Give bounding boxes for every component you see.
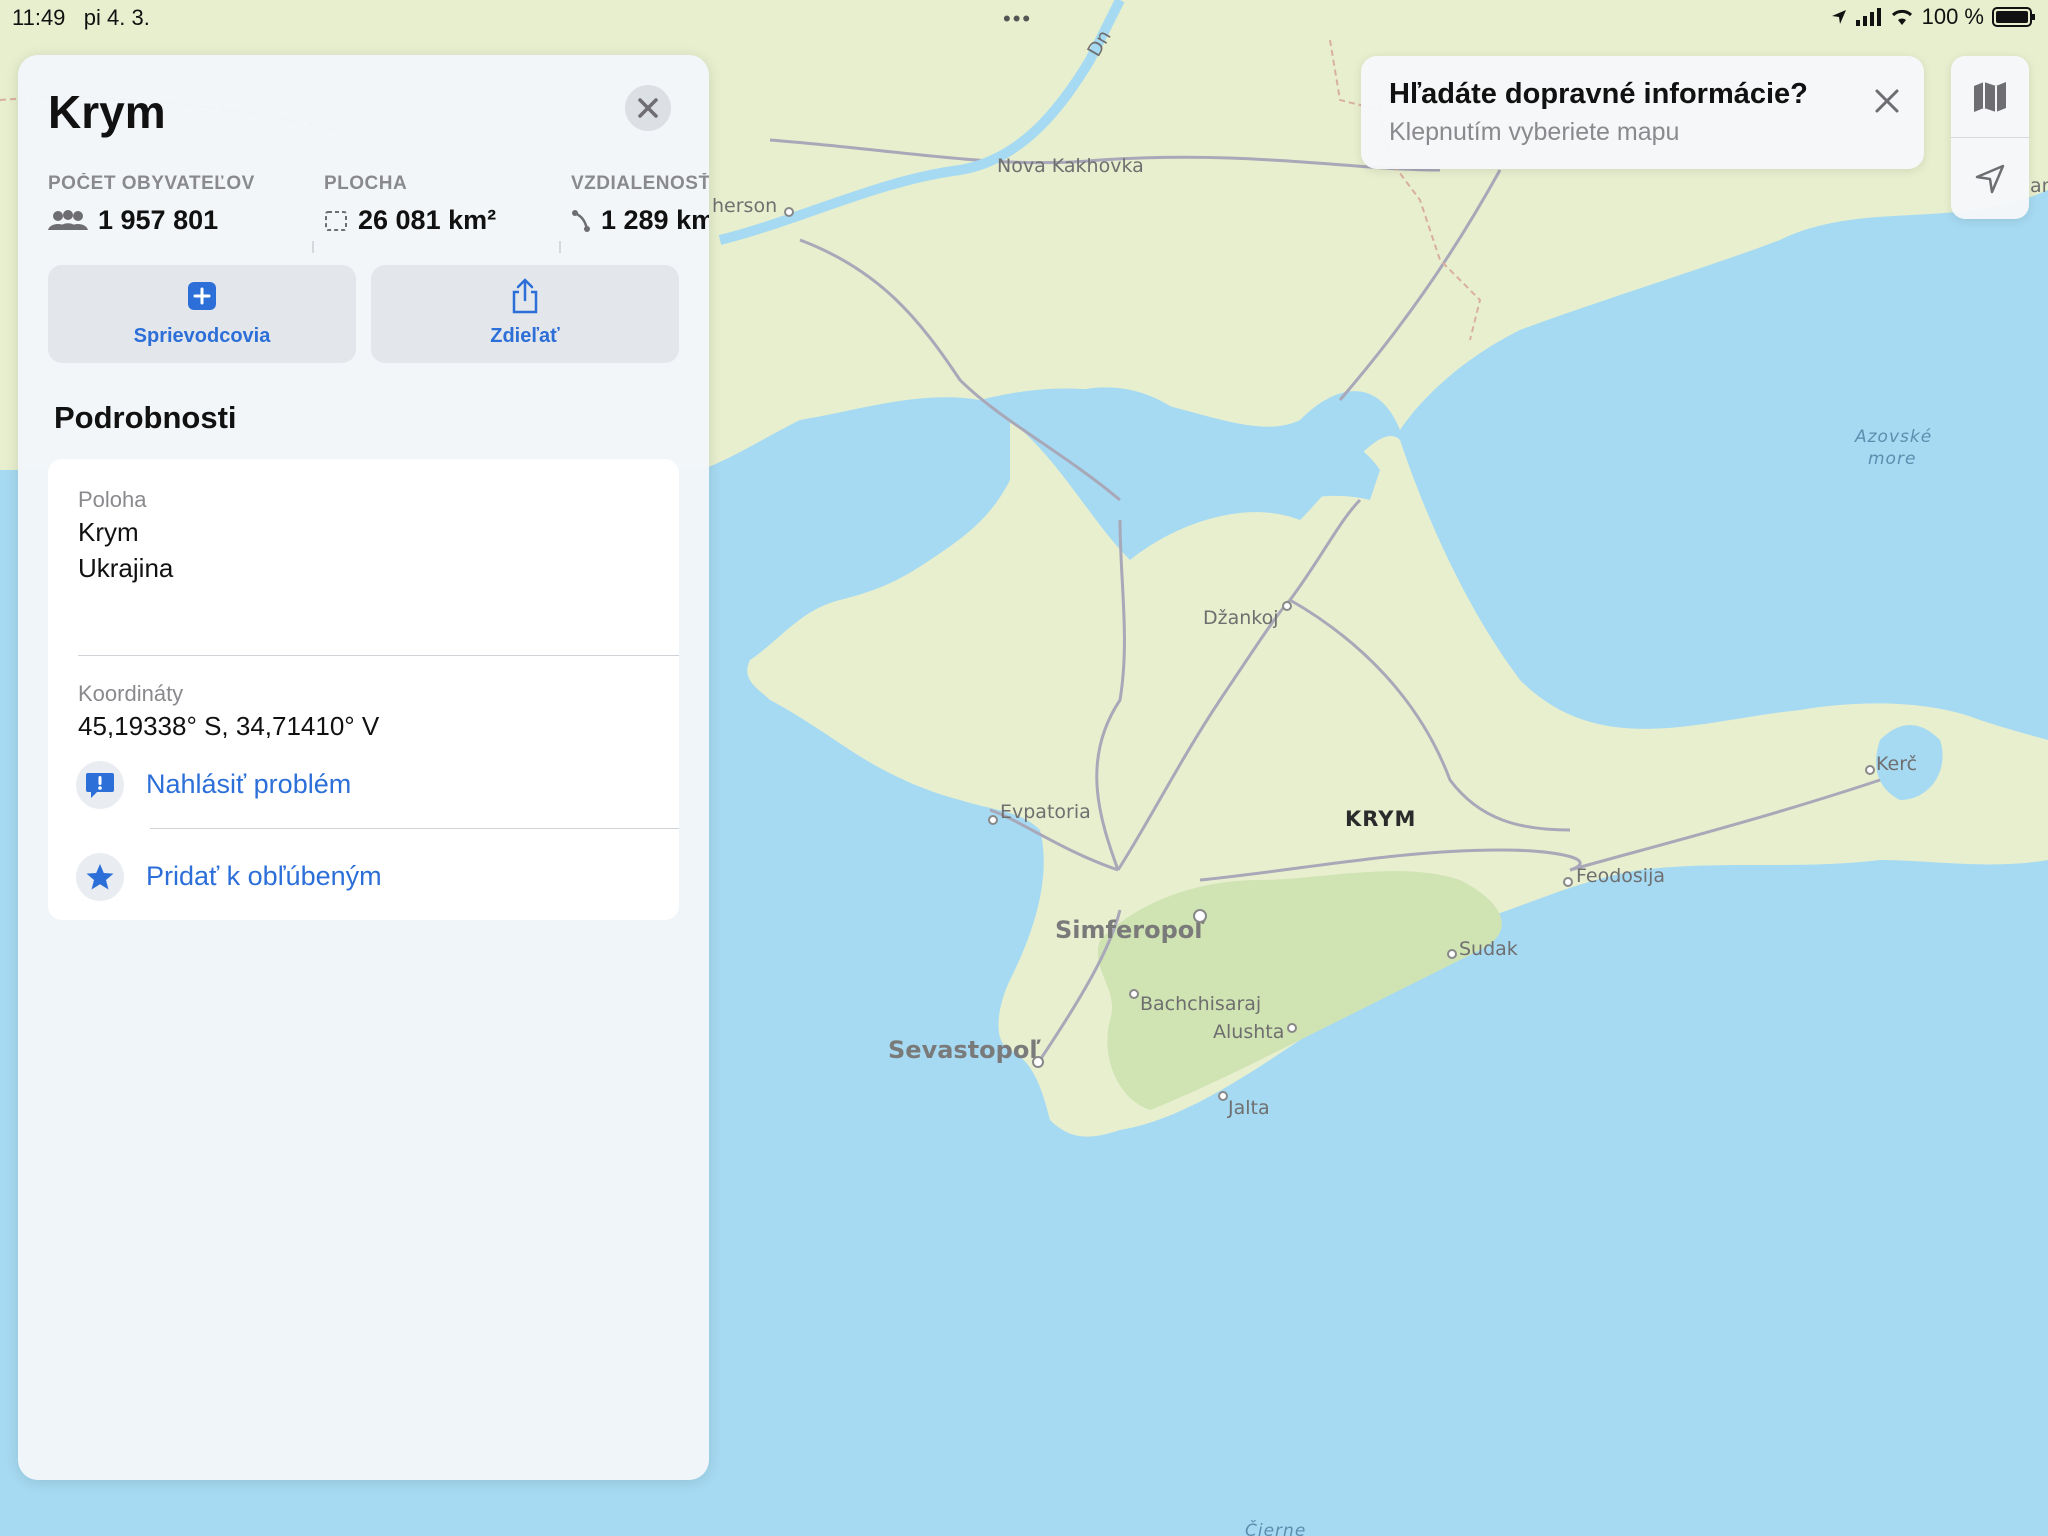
close-icon: [1875, 89, 1899, 113]
cellular-signal-icon: [1855, 8, 1881, 26]
star-icon: [86, 864, 114, 890]
stat-distance-label: VZDIALENOSŤ: [571, 173, 709, 194]
map-controls: [1951, 56, 2029, 219]
map-label-region: KRYM: [1345, 807, 1416, 831]
stat-area-label: PLOCHA: [324, 173, 408, 194]
status-bar: 11:49 pi 4. 3. ••• 100 %: [0, 0, 2048, 36]
details-heading: Podrobnosti: [54, 400, 237, 435]
status-time: 11:49 pi 4. 3.: [12, 5, 150, 30]
map-label-dzankoj[interactable]: Džankoj: [1203, 607, 1279, 629]
wifi-icon: [1891, 9, 1912, 25]
stat-divider: [312, 241, 314, 253]
stat-distance: VZDIALENOSŤ 1 289 km: [571, 173, 709, 236]
stat-population: POČET OBYVATEĽOV 1 957 801: [48, 173, 255, 236]
location-line2[interactable]: Ukrajina: [78, 553, 173, 584]
map-label-bottom: Čierne: [1245, 1519, 1306, 1536]
stat-area: PLOCHA 26 081 km²: [324, 173, 496, 236]
details-card: Poloha Krym Ukrajina Koordináty 45,19338…: [48, 459, 679, 764]
map-label-sevastopol[interactable]: Sevastopoľ: [888, 1036, 1041, 1064]
stat-population-label: POČET OBYVATEĽOV: [48, 173, 255, 194]
banner-title: Hľadáte dopravné informácie?: [1389, 78, 1808, 110]
place-title: Krym: [48, 86, 166, 138]
map-label-sudak[interactable]: Sudak: [1459, 938, 1518, 960]
people-icon: [48, 209, 88, 230]
close-card-button[interactable]: [625, 85, 671, 131]
map-label-kerc[interactable]: Kerč: [1876, 753, 1917, 775]
guides-button-label: Sprievodcovia: [133, 325, 271, 347]
location-label: Poloha: [78, 487, 147, 512]
stats-row[interactable]: POČET OBYVATEĽOV 1 957 801 PLOCHA 26 081…: [48, 173, 709, 253]
coords-label: Koordináty: [78, 681, 184, 706]
location-line1[interactable]: Krym: [78, 517, 139, 548]
battery-icon: [1992, 7, 2035, 27]
stat-population-value: 1 957 801: [98, 205, 219, 235]
map-label-jalta[interactable]: Jalta: [1227, 1097, 1270, 1119]
map-label-sea-line2: more: [1868, 449, 1916, 469]
map-label-bachchisaraj[interactable]: Bachchisaraj: [1140, 993, 1261, 1015]
map-label-kherson[interactable]: herson: [712, 195, 777, 217]
close-icon: [638, 98, 658, 118]
share-icon: [512, 278, 538, 314]
area-icon: [325, 210, 347, 231]
stat-divider: [559, 241, 561, 253]
map-label-feodosija[interactable]: Feodosija: [1576, 865, 1665, 887]
stat-distance-value: 1 289 km: [601, 205, 709, 235]
status-indicators: 100 %: [1830, 4, 2036, 30]
location-arrow-icon: [1831, 10, 1846, 24]
report-problem-icon: [86, 773, 114, 798]
multitasking-dots-icon[interactable]: •••: [1003, 6, 1032, 32]
add-favorite-label: Pridať k obľúbeným: [146, 861, 382, 891]
map-label-edge: an: [2030, 175, 2048, 197]
actions-card: Nahlásiť problém Pridať k obľúbeným: [48, 738, 679, 920]
map-label-alushta[interactable]: Alushta: [1213, 1021, 1284, 1043]
location-arrow-icon: [1975, 164, 2005, 193]
distance-icon: [572, 209, 590, 232]
traffic-info-banner[interactable]: Hľadáte dopravné informácie? Klepnutím v…: [1361, 56, 1924, 169]
actions-divider: [150, 828, 679, 829]
add-favorite-row[interactable]: Pridať k obľúbeným: [48, 833, 679, 919]
map-label-evpatoria[interactable]: Evpatoria: [1000, 801, 1091, 823]
map-label-simferopol[interactable]: Simferopoľ: [1055, 916, 1206, 944]
report-problem-label: Nahlásiť problém: [146, 769, 352, 799]
place-card: Krym POČET OBYVATEĽOV 1 957 801 PLOCHA 2…: [18, 55, 709, 1480]
banner-subtitle: Klepnutím vyberiete mapu: [1389, 118, 1680, 146]
share-button-label: Zdieľať: [490, 325, 560, 347]
map-mode-button[interactable]: [1951, 56, 2029, 137]
locate-me-button[interactable]: [1951, 138, 2029, 219]
map-label-nova-kakhovka[interactable]: Nova Kakhovka: [997, 155, 1144, 177]
share-button[interactable]: Zdieľať: [371, 265, 679, 363]
add-to-guide-icon: [188, 282, 216, 310]
stat-area-value: 26 081 km²: [358, 205, 497, 235]
banner-close-button[interactable]: [1869, 83, 1905, 119]
map-label-sea-line1: Azovské: [1854, 427, 1932, 447]
guides-button[interactable]: Sprievodcovia: [48, 265, 356, 363]
map-icon: [1974, 81, 2006, 112]
report-problem-row[interactable]: Nahlásiť problém: [48, 741, 679, 827]
battery-percent: 100 %: [1921, 4, 1984, 29]
details-divider: [78, 655, 679, 656]
